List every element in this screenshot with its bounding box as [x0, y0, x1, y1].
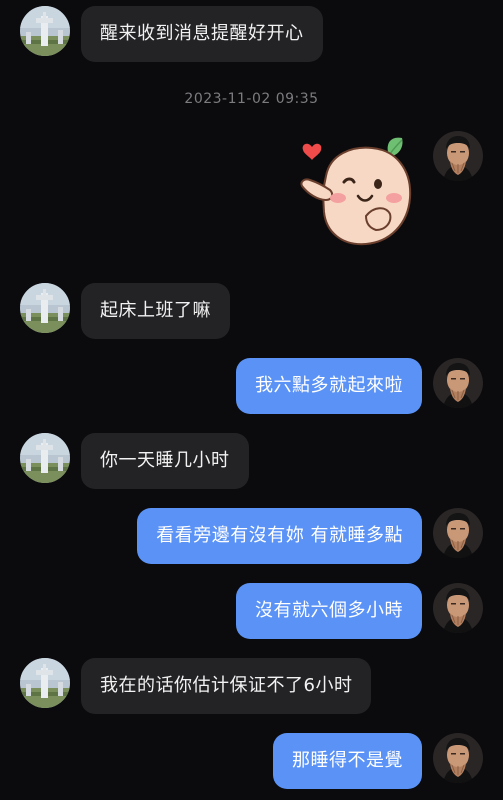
- message-bubble-outgoing[interactable]: 那睡得不是覺: [273, 733, 422, 789]
- message-bubble-incoming[interactable]: 起床上班了嘛: [81, 283, 230, 339]
- message-bubble-outgoing[interactable]: 我六點多就起來啦: [236, 358, 422, 414]
- message-bubble-outgoing[interactable]: 看看旁邊有沒有妳 有就睡多點: [137, 508, 422, 564]
- timestamp: 2023-11-02 09:35: [184, 91, 319, 107]
- my-avatar[interactable]: [433, 358, 483, 408]
- my-avatar[interactable]: [433, 583, 483, 633]
- contact-avatar[interactable]: [20, 658, 70, 708]
- contact-avatar[interactable]: [20, 283, 70, 333]
- my-avatar[interactable]: [433, 131, 483, 181]
- message-bubble-incoming[interactable]: 我在的话你估计保证不了6小时: [81, 658, 372, 714]
- chat-screen: { "chat": { "timestamp": "2023-11-02 09:…: [0, 0, 503, 800]
- message-bubble-incoming[interactable]: 醒来收到消息提醒好开心: [81, 6, 323, 62]
- message-bubble-outgoing[interactable]: 沒有就六個多小時: [236, 583, 422, 639]
- heart-icon: [302, 143, 322, 160]
- my-avatar[interactable]: [433, 508, 483, 558]
- contact-avatar[interactable]: [20, 6, 70, 56]
- my-avatar[interactable]: [433, 733, 483, 783]
- contact-avatar[interactable]: [20, 433, 70, 483]
- peach-sticker[interactable]: [296, 132, 416, 250]
- message-bubble-incoming[interactable]: 你一天睡几小时: [81, 433, 249, 489]
